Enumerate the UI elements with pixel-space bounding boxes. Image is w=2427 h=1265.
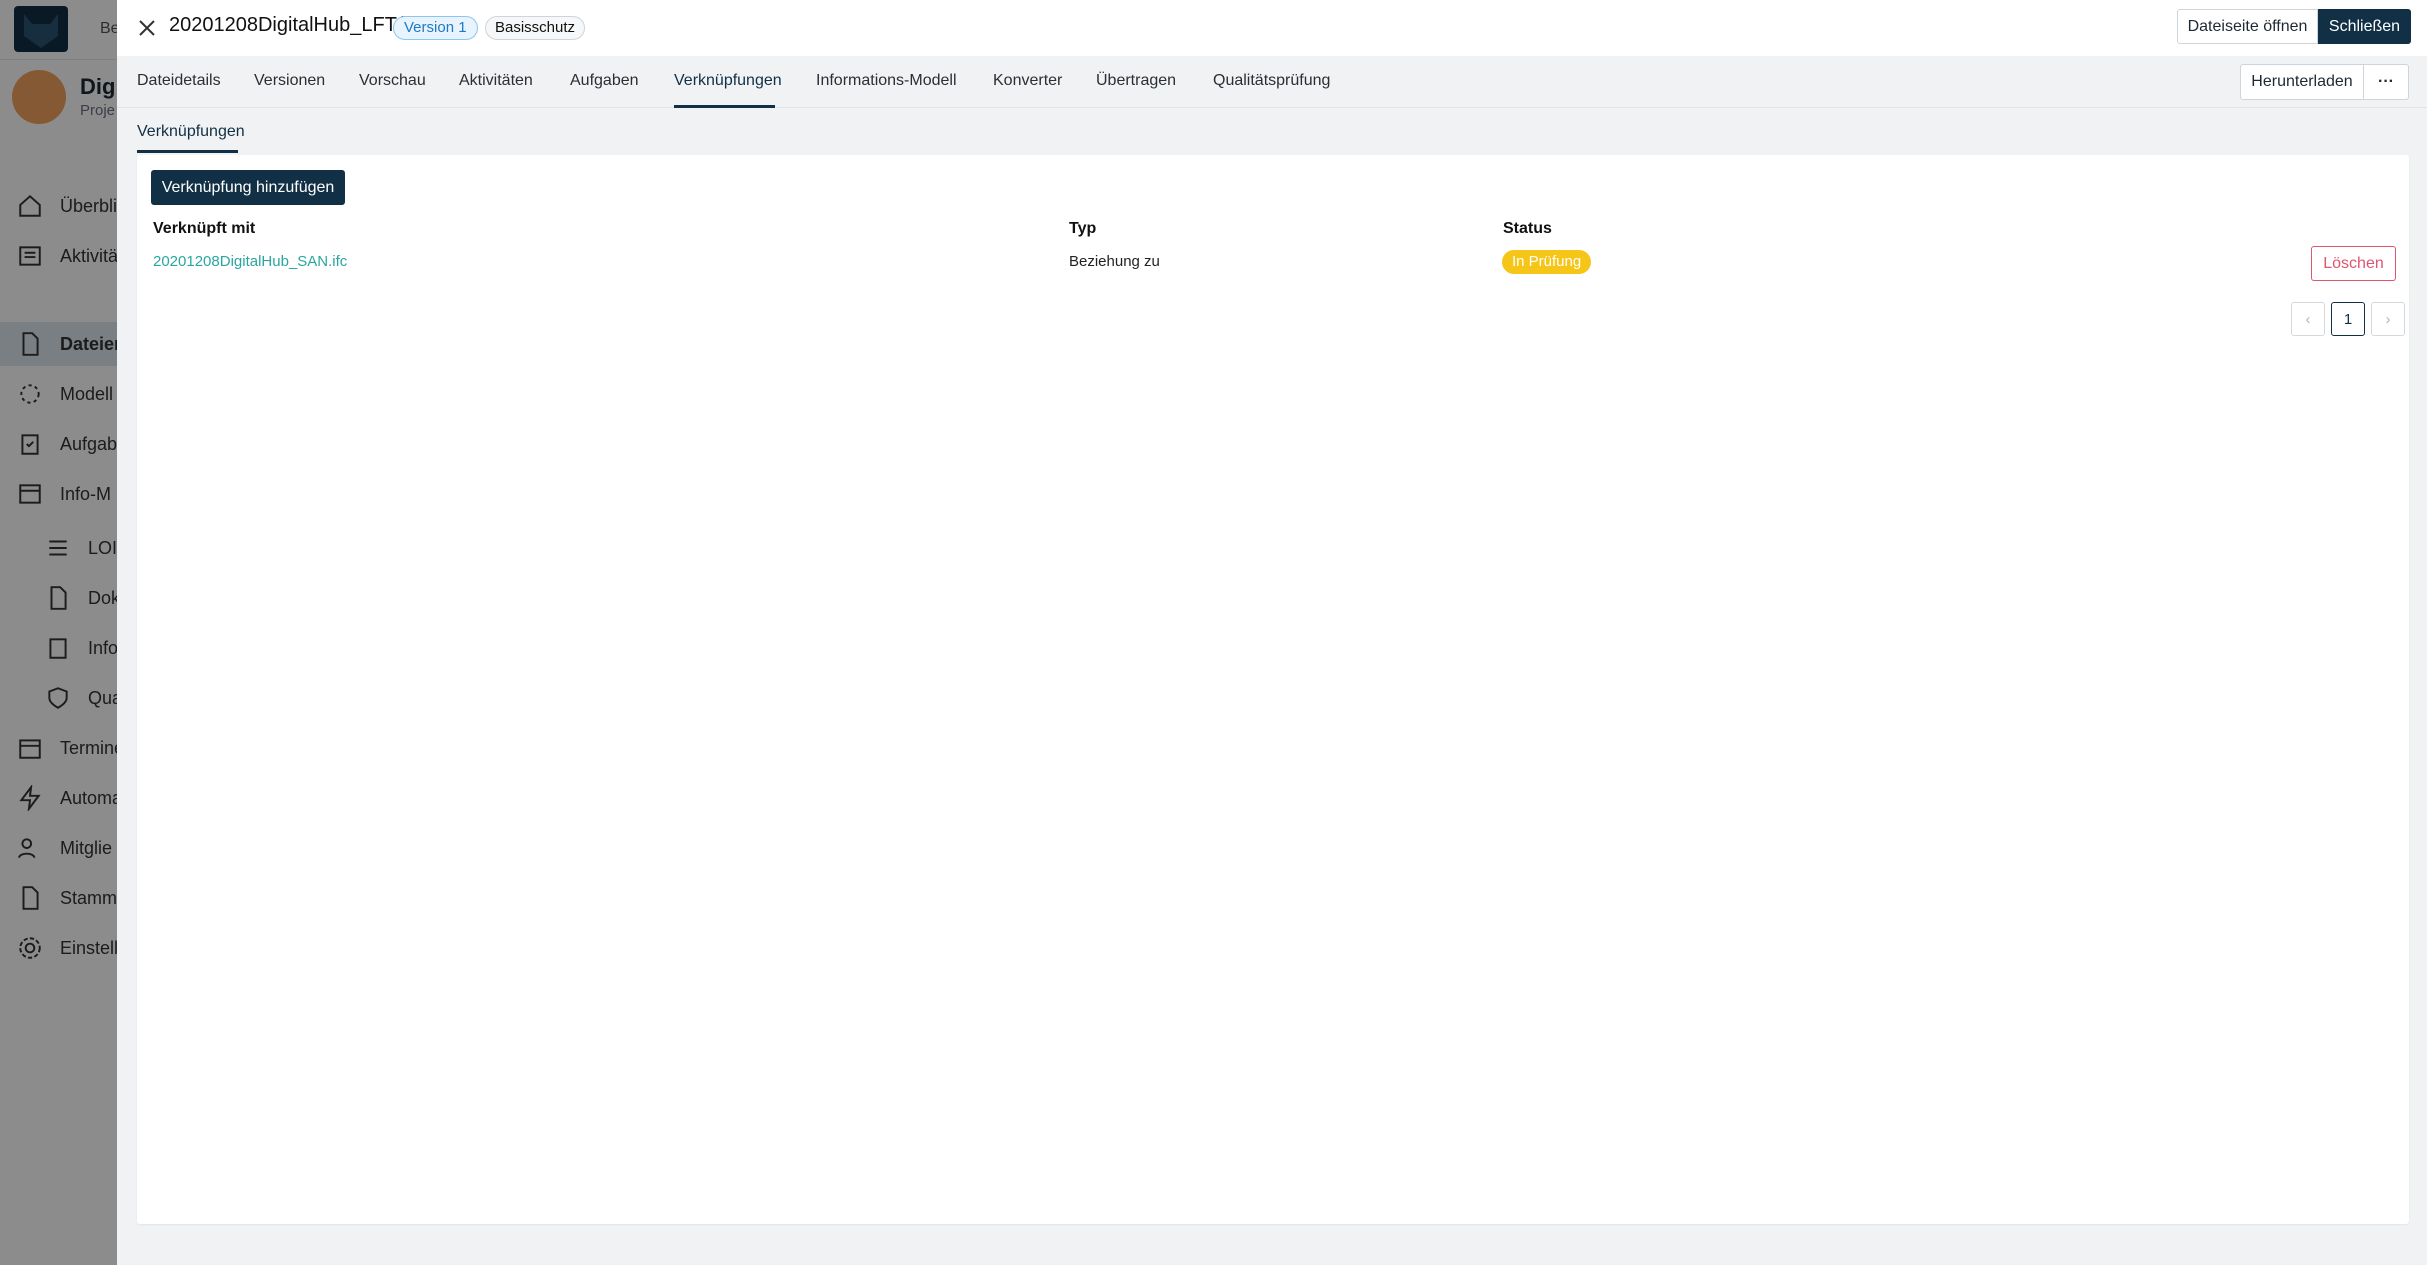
status-badge: In Prüfung	[1502, 250, 1592, 274]
tab-converter[interactable]: Konverter	[993, 72, 1062, 90]
tab-transfer[interactable]: Übertragen	[1096, 72, 1176, 90]
link-type: Beziehung zu	[1069, 253, 1160, 270]
tab-bar: Dateidetails Versionen Vorschau Aktivitä…	[117, 58, 2427, 108]
download-button[interactable]: Herunterladen	[2240, 64, 2364, 100]
tab-versions[interactable]: Versionen	[254, 72, 325, 90]
tab-activities[interactable]: Aktivitäten	[459, 72, 533, 90]
active-subtab-indicator	[137, 150, 238, 153]
active-tab-indicator	[674, 105, 775, 108]
open-file-page-button[interactable]: Dateiseite öffnen	[2177, 9, 2318, 44]
pagination-next-button[interactable]: ›	[2371, 302, 2405, 336]
subtab-links[interactable]: Verknüpfungen	[137, 123, 245, 141]
chevron-left-icon: ‹	[2305, 310, 2311, 328]
column-header-status: Status	[1503, 220, 1552, 237]
pagination-prev-button[interactable]: ‹	[2291, 302, 2325, 336]
pagination-page[interactable]: 1	[2331, 302, 2365, 336]
column-header-linked-with: Verknüpft mit	[153, 220, 256, 237]
column-header-type: Typ	[1069, 220, 1097, 237]
add-link-button[interactable]: Verknüpfung hinzufügen	[151, 170, 345, 205]
file-title: 20201208DigitalHub_LFT.ifc	[169, 14, 421, 36]
protection-badge: Basisschutz	[485, 16, 586, 40]
version-badge: Version 1	[393, 16, 478, 40]
tab-information-model[interactable]: Informations-Modell	[816, 72, 957, 90]
delete-button[interactable]: Löschen	[2311, 246, 2396, 281]
chevron-right-icon: ›	[2385, 310, 2391, 328]
close-button[interactable]: Schließen	[2318, 9, 2411, 44]
linked-file-link[interactable]: 20201208DigitalHub_SAN.ifc	[153, 253, 347, 270]
file-drawer: 20201208DigitalHub_LFT.ifc Version 1 Bas…	[117, 0, 2427, 1265]
links-card: Verknüpfung hinzufügen Verknüpft mit Typ…	[137, 155, 2409, 1224]
tab-quality-check[interactable]: Qualitätsprüfung	[1213, 72, 1330, 90]
tab-links[interactable]: Verknüpfungen	[674, 72, 782, 90]
drawer-header: 20201208DigitalHub_LFT.ifc Version 1 Bas…	[117, 0, 2427, 56]
more-options-button[interactable]: ···	[2364, 64, 2409, 100]
tab-tasks[interactable]: Aufgaben	[570, 72, 639, 90]
close-icon[interactable]	[133, 14, 161, 42]
tab-preview[interactable]: Vorschau	[359, 72, 426, 90]
tab-file-details[interactable]: Dateidetails	[137, 72, 221, 90]
